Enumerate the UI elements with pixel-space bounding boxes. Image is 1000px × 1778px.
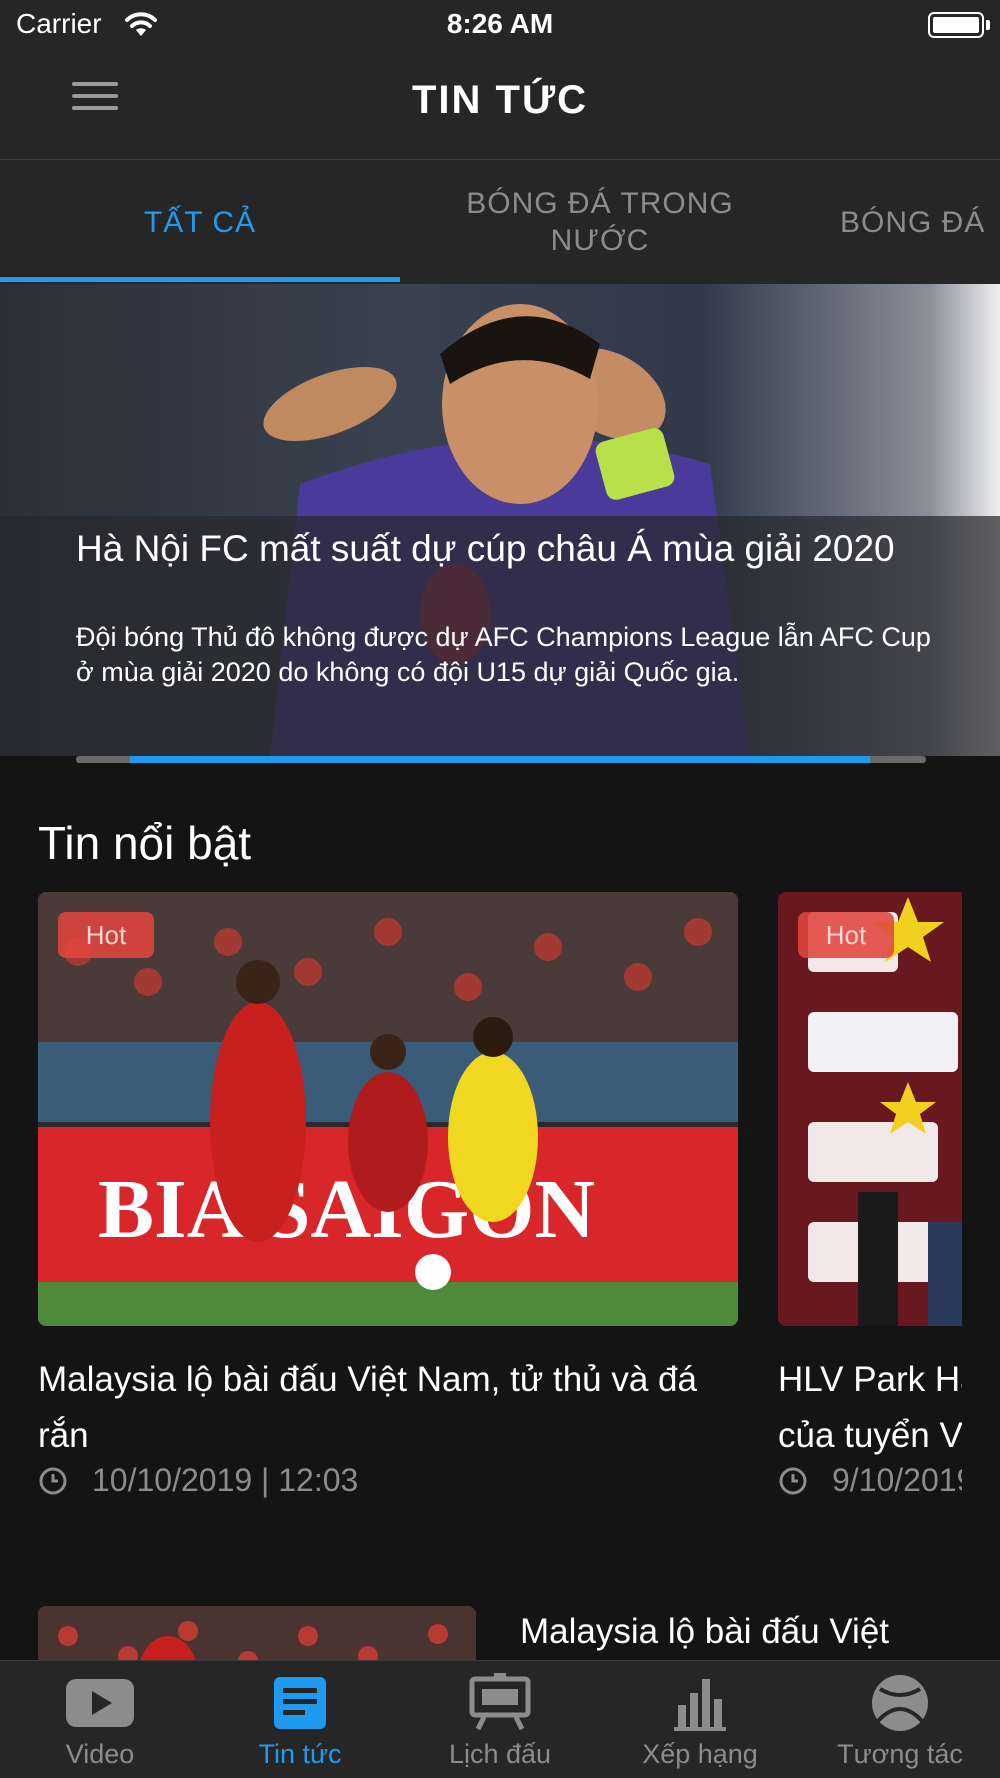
hero-banner[interactable]: Hà Nội FC mất suất dự cúp châu Á mùa giả… — [0, 284, 1000, 756]
hot-badge: Hot — [58, 912, 154, 958]
category-tabs: TẤT CẢ BÓNG ĐÁ TRONG NƯỚC BÓNG ĐÁ — [0, 160, 1000, 284]
featured-card-date: 10/10/2019 | 12:03 — [92, 1462, 359, 1498]
featured-card-image: BIA SAIGON Hot — [38, 892, 738, 1326]
ranking-bars-icon — [674, 1679, 726, 1731]
tab-label: TẤT CẢ — [143, 205, 257, 239]
tab-bar-video[interactable]: Video — [0, 1661, 200, 1778]
tab-bar-news[interactable]: Tin tức — [200, 1661, 400, 1778]
hot-badge: Hot — [798, 912, 894, 958]
xbox-icon — [872, 1675, 928, 1731]
tab-bar-label: Xếp hạng — [642, 1739, 758, 1769]
page-title: TIN TỨC — [411, 78, 589, 122]
battery-tip — [986, 20, 990, 30]
clock-icon — [39, 1467, 67, 1494]
featured-card-meta: 9/10/2019 — [778, 1462, 962, 1499]
featured-card-clip: Hot HLV Park Hang-seo của tuyển Việt Nam… — [778, 892, 962, 1512]
carousel-progress-fill — [130, 756, 870, 763]
active-tab-indicator — [0, 277, 400, 282]
tab-label: BÓNG ĐÁ TRONG NƯỚC — [466, 187, 734, 257]
battery-icon — [928, 12, 984, 38]
featured-card-title: Malaysia lộ bài đấu Việt Nam, tử thủ và … — [38, 1360, 697, 1455]
status-bar: Carrier 8:26 AM — [0, 0, 1000, 52]
tab-bar-label: Lịch đấu — [448, 1739, 552, 1769]
nav-bar: TIN TỨC — [0, 52, 1000, 160]
hero-title: Hà Nội FC mất suất dự cúp châu Á mùa giả… — [76, 528, 895, 569]
tab-label: BÓNG ĐÁ — [840, 205, 986, 239]
tab-bar-label: Tin tức — [258, 1739, 342, 1769]
clock-icon — [779, 1467, 807, 1494]
tab-bar-label: Tương tác — [837, 1739, 963, 1769]
tab-bong-da[interactable]: BÓNG ĐÁ — [840, 160, 1000, 284]
news-icon — [274, 1677, 326, 1729]
tab-bar-schedule[interactable]: Lịch đấu — [400, 1661, 600, 1778]
bottom-tab-bar: Video Tin tức Lịch đấu Xếp hạng Tương tá… — [0, 1660, 1000, 1778]
tab-bar-interaction[interactable]: Tương tác — [800, 1661, 1000, 1778]
schedule-board-icon — [469, 1673, 531, 1731]
tab-bar-label: Video — [65, 1739, 135, 1769]
tab-bar-ranking[interactable]: Xếp hạng — [600, 1661, 800, 1778]
featured-section-title: Tin nổi bật — [38, 817, 252, 869]
clock-time: 8:26 AM — [446, 8, 554, 39]
play-icon — [66, 1679, 134, 1727]
tab-bong-da-trong-nuoc[interactable]: BÓNG ĐÁ TRONG NƯỚC — [440, 160, 760, 284]
featured-card-meta: 10/10/2019 | 12:03 — [38, 1462, 358, 1499]
carousel-progress — [76, 756, 926, 763]
featured-card-image: Hot — [778, 892, 962, 1326]
hero-description: Đội bóng Thủ đô không được dự AFC Champi… — [76, 622, 931, 687]
featured-card-title: HLV Park Hang-seo của tuyển Việt Nam — [778, 1360, 962, 1455]
tab-tat-ca[interactable]: TẤT CẢ — [0, 160, 400, 284]
featured-card-date: 9/10/2019 — [832, 1462, 962, 1498]
list-item-title[interactable]: Malaysia lộ bài đấu Việt — [520, 1612, 889, 1652]
